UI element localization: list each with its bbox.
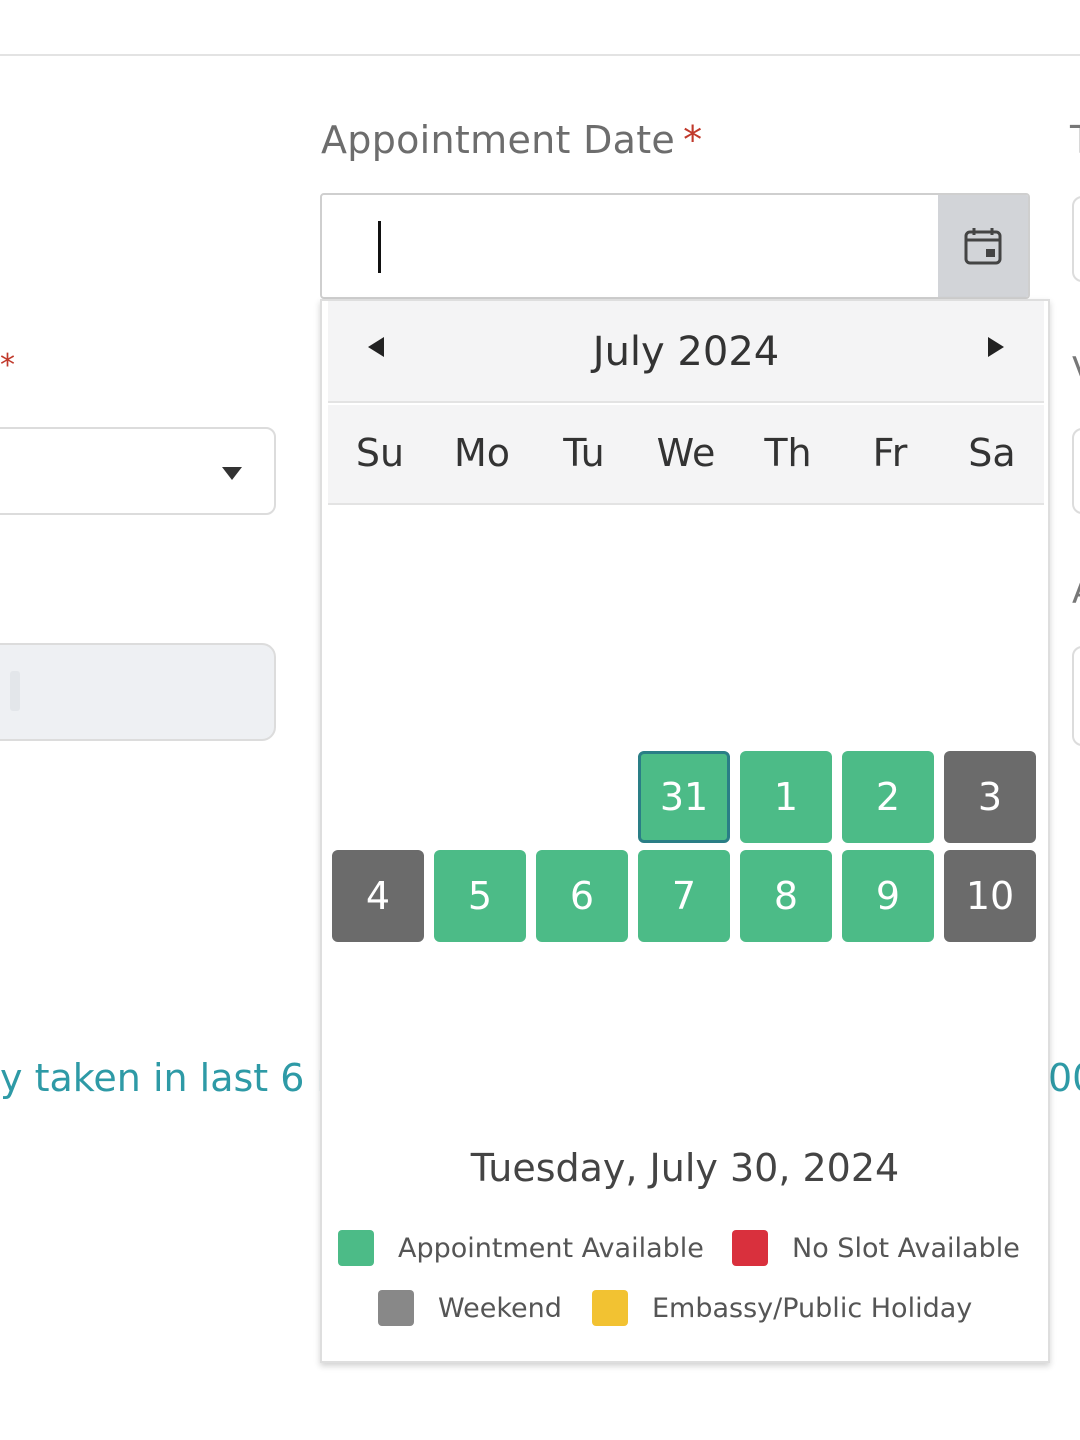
legend-item-available: Appointment Available [338,1230,704,1266]
calendar-month-title: July 2024 [592,329,780,375]
legend-label: No Slot Available [792,1232,1020,1264]
weekday-label: Tu [563,431,605,475]
calendar-icon [964,228,1002,265]
weekday-label: Mo [453,431,511,475]
header-divider [0,54,1080,56]
selected-date-text: Tuesday, July 30, 2024 [470,1146,900,1190]
legend-swatch [592,1290,628,1326]
right-field-label-3: A [1072,572,1080,612]
calendar-day-cell[interactable]: 1 [740,751,832,843]
calendar-day-cell[interactable]: 9 [842,850,934,942]
calendar-day-cell[interactable]: 5 [434,850,526,942]
appointment-date-label-text: Appointment Date [321,118,676,162]
right-input-field[interactable] [1072,196,1080,282]
chevron-down-icon [222,467,242,480]
right-textarea-field[interactable] [1072,646,1080,746]
appointment-date-label: Appointment Date * [321,118,702,162]
previous-visa-link[interactable]: y taken in last 6 m [0,1056,320,1100]
calendar-popup: July 2024 Su Mo Tu We Th Fr Sa 31 1 2 3 … [320,299,1050,1363]
legend-swatch [378,1290,414,1326]
calendar-day-cell[interactable]: 10 [944,850,1036,942]
legend-item-holiday: Embassy/Public Holiday [592,1290,972,1326]
legend-label: Weekend [438,1292,562,1324]
calendar-day-cell[interactable]: 4 [332,850,424,942]
left-select-field[interactable] [0,427,276,515]
calendar-button[interactable] [938,195,1028,297]
right-field-label: T [1070,118,1080,162]
left-disabled-field [0,643,276,741]
legend-swatch [338,1230,374,1266]
legend-item-no-slot: No Slot Available [732,1230,1020,1266]
calendar-day-cell[interactable]: 6 [536,850,628,942]
legend-item-weekend: Weekend [378,1290,562,1326]
field-placeholder-bar [10,671,20,711]
calendar-day-cell[interactable]: 31 [638,751,730,843]
legend-label: Appointment Available [398,1232,704,1264]
calendar-day-cell[interactable]: 7 [638,850,730,942]
calendar-header: July 2024 [328,301,1044,403]
left-required-mark: * [0,348,15,383]
legend-label: Embassy/Public Holiday [652,1292,973,1324]
weekday-label: Su [355,431,405,475]
right-select-field[interactable] [1072,428,1080,514]
legend-swatch [732,1230,768,1266]
weekday-label: Sa [968,431,1016,475]
next-month-arrow-icon[interactable] [988,337,1004,357]
calendar-day-cell[interactable]: 8 [740,850,832,942]
weekday-label: Th [764,431,812,475]
weekday-label: Fr [872,431,908,475]
weekday-header-row: Su Mo Tu We Th Fr Sa [328,405,1044,505]
weekday-label: We [656,431,716,475]
right-field-label-2: V [1072,350,1080,390]
appointment-date-input[interactable] [322,195,942,297]
required-mark: * [683,118,703,162]
calendar-day-cell[interactable]: 3 [944,751,1036,843]
calendar-day-cell[interactable]: 2 [842,751,934,843]
text-cursor [378,221,381,273]
appointment-date-field[interactable] [320,193,1030,299]
right-link[interactable]: 00 [1048,1056,1080,1100]
